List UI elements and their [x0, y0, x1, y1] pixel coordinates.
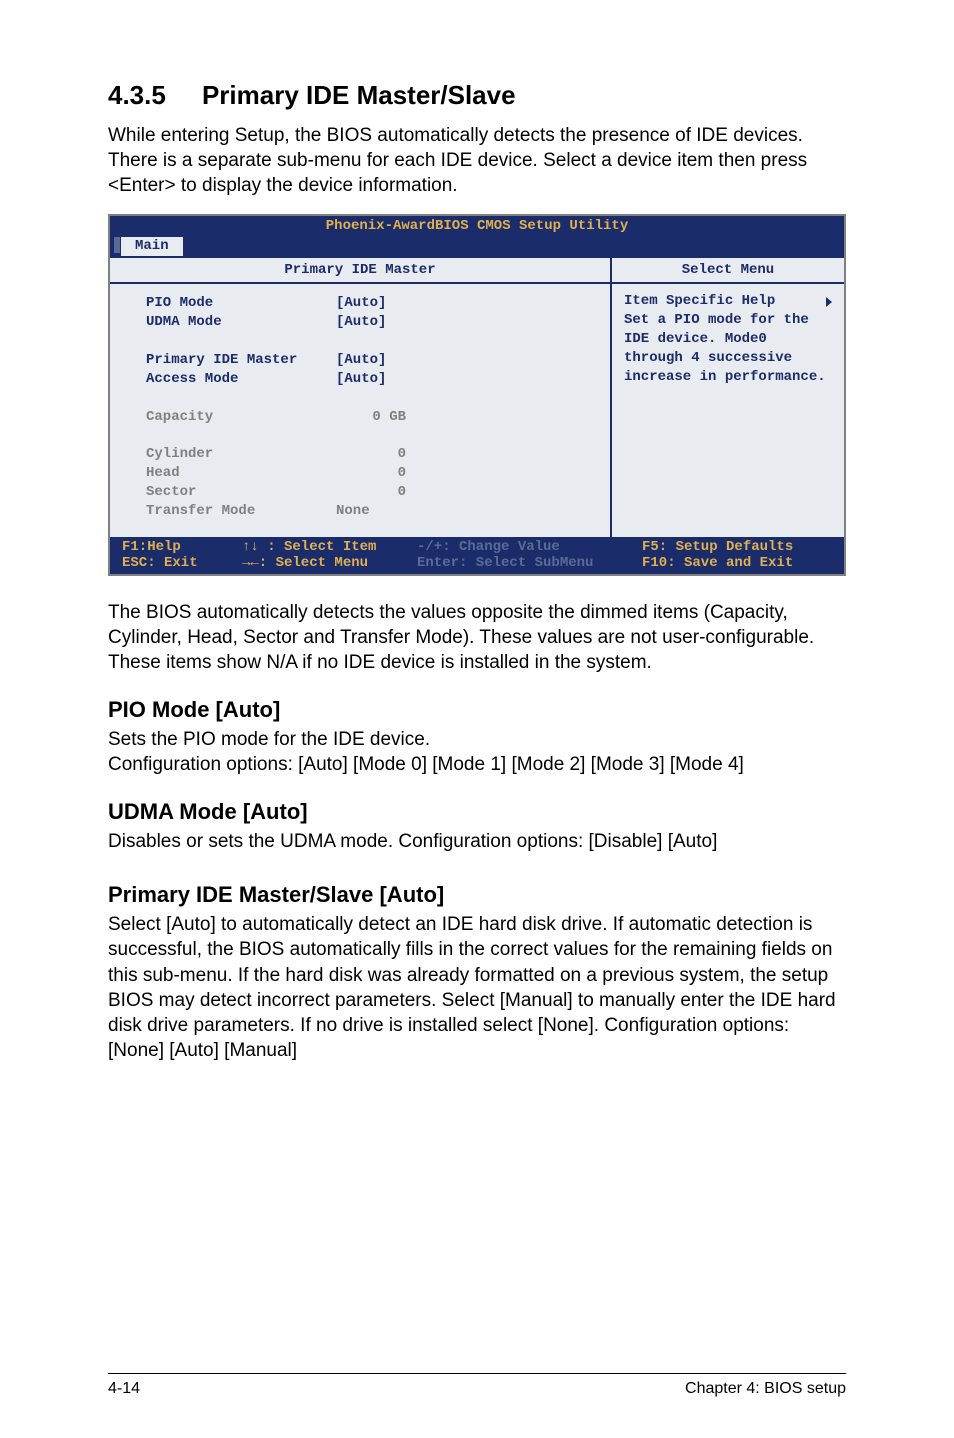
section-number: 4.3.5 [108, 80, 166, 110]
page-number: 4-14 [108, 1380, 140, 1398]
bios-item-label [146, 426, 336, 445]
bios-item-label: Capacity [146, 408, 336, 427]
bios-row [146, 426, 610, 445]
bios-left-column: Primary IDE Master PIO Mode[Auto]UDMA Mo… [110, 258, 612, 537]
subheading-udma: UDMA Mode [Auto] [108, 799, 846, 825]
key-select-submenu: Enter: Select SubMenu [417, 555, 642, 571]
primary-ide-desc: Select [Auto] to automatically detect an… [108, 912, 846, 1062]
bios-item-label: Transfer Mode [146, 502, 336, 521]
bios-row: Sector0 [146, 483, 610, 502]
udma-desc: Disables or sets the UDMA mode. Configur… [108, 829, 846, 854]
page-footer: 4-14 Chapter 4: BIOS setup [108, 1373, 846, 1398]
bios-help-text: Set a PIO mode for the IDE device. Mode0… [624, 311, 834, 387]
bios-item-label: Cylinder [146, 445, 336, 464]
intro-paragraph: While entering Setup, the BIOS automatic… [108, 123, 846, 198]
bios-item-label: PIO Mode [146, 294, 336, 313]
bios-footer: F1:Help ESC: Exit ↑↓ : Select Item →←: S… [110, 537, 844, 574]
bios-tab-main[interactable]: Main [120, 236, 184, 256]
bios-left-header: Primary IDE Master [110, 258, 610, 284]
bios-item-value [336, 426, 446, 445]
key-setup-defaults: F5: Setup Defaults [642, 539, 832, 555]
subheading-pio: PIO Mode [Auto] [108, 697, 846, 723]
bios-screenshot: Phoenix-AwardBIOS CMOS Setup Utility Mai… [108, 214, 846, 576]
bios-row: Transfer ModeNone [146, 502, 610, 521]
bios-right-column: Select Menu Item Specific Help Set a PIO… [612, 258, 844, 537]
bios-row: Capacity0 GB [146, 408, 610, 427]
bios-tabbar: Main [110, 236, 844, 256]
bios-row[interactable]: PIO Mode[Auto] [146, 294, 610, 313]
bios-item-label [146, 389, 336, 408]
key-select-item: ↑↓ : Select Item [242, 539, 417, 555]
after-bios-paragraph: The BIOS automatically detects the value… [108, 600, 846, 675]
bios-item-value: [Auto] [336, 351, 446, 370]
key-select-menu: →←: Select Menu [242, 555, 417, 571]
bios-right-header: Select Menu [612, 258, 844, 284]
bios-item-label: Access Mode [146, 370, 336, 389]
bios-item-label: Head [146, 464, 336, 483]
pio-desc-2: Configuration options: [Auto] [Mode 0] [… [108, 752, 846, 777]
bios-row[interactable]: Access Mode[Auto] [146, 370, 610, 389]
bios-item-value: 0 [336, 483, 446, 502]
key-change-value: -/+: Change Value [417, 539, 642, 555]
bios-item-list: PIO Mode[Auto]UDMA Mode[Auto] Primary ID… [110, 284, 610, 537]
triangle-right-icon [826, 297, 832, 307]
bios-item-value: [Auto] [336, 294, 446, 313]
pio-desc-1: Sets the PIO mode for the IDE device. [108, 727, 846, 752]
bios-title: Phoenix-AwardBIOS CMOS Setup Utility [110, 216, 844, 236]
bios-help-panel: Item Specific Help Set a PIO mode for th… [612, 284, 844, 537]
section-heading: 4.3.5 Primary IDE Master/Slave [108, 80, 846, 111]
chapter-label: Chapter 4: BIOS setup [685, 1380, 846, 1398]
bios-row[interactable]: Primary IDE Master[Auto] [146, 351, 610, 370]
key-save-exit: F10: Save and Exit [642, 555, 832, 571]
bios-item-value: 0 GB [336, 408, 446, 427]
bios-item-label: Sector [146, 483, 336, 502]
key-help: F1:Help [122, 539, 242, 555]
bios-item-value [336, 389, 446, 408]
bios-item-value: [Auto] [336, 313, 446, 332]
bios-row [146, 389, 610, 408]
bios-help-heading: Item Specific Help [624, 292, 775, 311]
subheading-primary-ide: Primary IDE Master/Slave [Auto] [108, 882, 846, 908]
bios-item-value: 0 [336, 445, 446, 464]
bios-item-value: None [336, 502, 446, 521]
bios-row [146, 332, 610, 351]
bios-item-label: Primary IDE Master [146, 351, 336, 370]
bios-item-label: UDMA Mode [146, 313, 336, 332]
bios-item-value: [Auto] [336, 370, 446, 389]
bios-row[interactable]: UDMA Mode[Auto] [146, 313, 610, 332]
bios-item-label [146, 332, 336, 351]
key-exit: ESC: Exit [122, 555, 242, 571]
bios-row: Cylinder0 [146, 445, 610, 464]
bios-body: Primary IDE Master PIO Mode[Auto]UDMA Mo… [110, 256, 844, 537]
bios-row: Head0 [146, 464, 610, 483]
bios-item-value: 0 [336, 464, 446, 483]
section-title: Primary IDE Master/Slave [202, 80, 516, 110]
bios-item-value [336, 332, 446, 351]
